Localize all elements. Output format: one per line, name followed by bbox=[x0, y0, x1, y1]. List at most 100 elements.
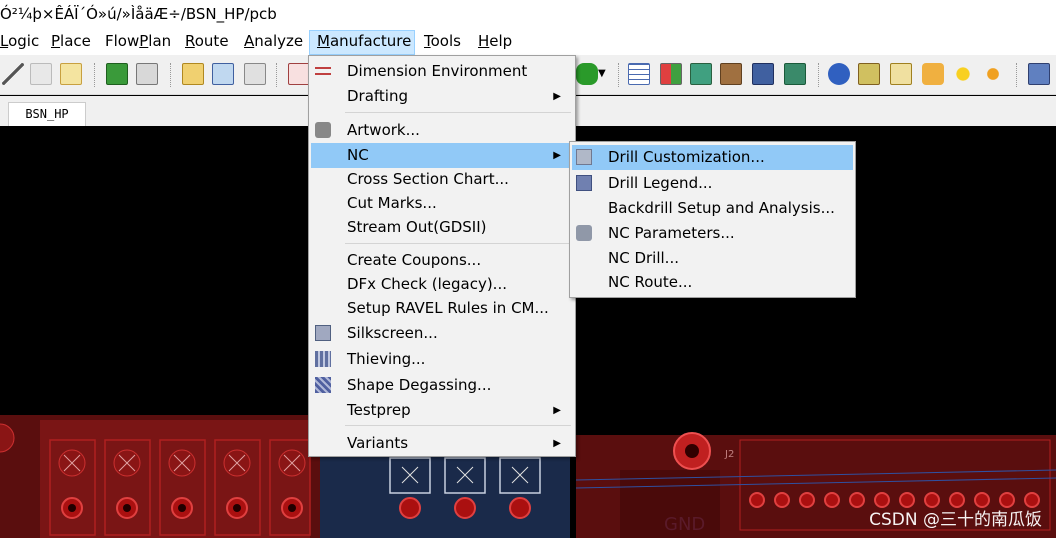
access-key: R bbox=[185, 32, 195, 50]
menu-logic-label: Logic bbox=[0, 32, 40, 50]
menu-item-dimension-environment[interactable]: Dimension Environment bbox=[311, 59, 573, 84]
menu-tools[interactable]: Tools bbox=[417, 30, 468, 55]
menu-item-nc-parameters[interactable]: NC Parameters... bbox=[572, 221, 853, 246]
via bbox=[824, 492, 840, 508]
sun-icon[interactable] bbox=[952, 63, 974, 85]
menu-item-nc[interactable]: NC ▶ bbox=[311, 143, 573, 168]
drill-hole bbox=[233, 504, 241, 512]
menu-item-backdrill[interactable]: Backdrill Setup and Analysis... bbox=[572, 196, 853, 221]
color-palette-icon[interactable] bbox=[660, 63, 682, 85]
add-line-icon[interactable] bbox=[2, 63, 24, 85]
menu-item-create-coupons[interactable]: Create Coupons... bbox=[311, 248, 573, 273]
edit-text-icon[interactable] bbox=[60, 63, 82, 85]
camera-icon bbox=[315, 122, 331, 138]
grid-icon[interactable] bbox=[288, 63, 310, 85]
submenu-arrow-icon: ▶ bbox=[553, 91, 561, 102]
access-key: P bbox=[139, 32, 149, 50]
menu-item-drafting[interactable]: Drafting ▶ bbox=[311, 84, 573, 109]
board-icon[interactable] bbox=[784, 63, 806, 85]
measure-icon[interactable] bbox=[858, 63, 880, 85]
menu-separator bbox=[345, 243, 571, 244]
add-text-icon[interactable] bbox=[30, 63, 52, 85]
clean-icon[interactable] bbox=[922, 63, 944, 85]
submenu-arrow-icon: ▶ bbox=[553, 150, 561, 161]
toolbar-separator bbox=[276, 63, 278, 87]
menu-flowplan-label: FlowPlan bbox=[105, 32, 172, 50]
drill-hole bbox=[685, 444, 699, 458]
menu-item-label: Variants bbox=[347, 434, 409, 452]
menu-place[interactable]: Place bbox=[44, 30, 98, 55]
menu-route[interactable]: Route bbox=[178, 30, 236, 55]
drc-icon[interactable] bbox=[752, 63, 774, 85]
submenu-arrow-icon: ▶ bbox=[553, 438, 561, 449]
layer-icon[interactable] bbox=[690, 63, 712, 85]
numbers-icon[interactable] bbox=[890, 63, 912, 85]
menu-item-label: Drill Customization... bbox=[608, 148, 765, 166]
menu-item-label: Setup RAVEL Rules in CM... bbox=[347, 299, 549, 317]
menu-item-label: Shape Degassing... bbox=[347, 376, 492, 394]
window-title: Ó²¼þ×ÊÁÏ´Ó»ú/»ÌåäÆ÷/BSN_HP/pcb bbox=[0, 5, 277, 23]
menu-flowplan[interactable]: FlowPlan bbox=[98, 30, 178, 55]
via bbox=[454, 497, 476, 519]
access-key: A bbox=[244, 32, 255, 50]
menu-tools-label: Tools bbox=[424, 32, 461, 50]
info-icon[interactable] bbox=[828, 63, 850, 85]
stack-icon[interactable] bbox=[720, 63, 742, 85]
menu-help[interactable]: Help bbox=[471, 30, 519, 55]
via bbox=[749, 492, 765, 508]
menu-item-artwork[interactable]: Artwork... bbox=[311, 118, 573, 143]
chip-icon[interactable] bbox=[136, 63, 158, 85]
window-icon[interactable] bbox=[1028, 63, 1050, 85]
delay-tune-icon[interactable] bbox=[244, 63, 266, 85]
shadow-icon[interactable] bbox=[982, 63, 1004, 85]
menu-item-variants[interactable]: Variants ▶ bbox=[311, 431, 573, 456]
menu-item-dfx-check[interactable]: DFx Check (legacy)... bbox=[311, 272, 573, 297]
slide-icon[interactable] bbox=[212, 63, 234, 85]
title-bar: Ó²¼þ×ÊÁÏ´Ó»ú/»ÌåäÆ÷/BSN_HP/pcb bbox=[0, 0, 1056, 30]
drill-hole bbox=[123, 504, 131, 512]
menu-item-label: Create Coupons... bbox=[347, 251, 482, 269]
menu-item-drill-customization[interactable]: Drill Customization... bbox=[572, 145, 853, 170]
menu-item-label: Stream Out(GDSII) bbox=[347, 218, 487, 236]
menu-item-label: Cut Marks... bbox=[347, 194, 437, 212]
menu-item-cut-marks[interactable]: Cut Marks... bbox=[311, 191, 573, 216]
via bbox=[849, 492, 865, 508]
menu-item-stream-out[interactable]: Stream Out(GDSII) bbox=[311, 215, 573, 240]
menu-item-label: NC Parameters... bbox=[608, 224, 735, 242]
component-icon[interactable] bbox=[106, 63, 128, 85]
dropdown-icon[interactable]: ▼ bbox=[598, 63, 610, 85]
menu-item-drill-legend[interactable]: Drill Legend... bbox=[572, 171, 853, 196]
menu-item-ravel-rules[interactable]: Setup RAVEL Rules in CM... bbox=[311, 296, 573, 321]
menu-item-label: Backdrill Setup and Analysis... bbox=[608, 199, 835, 217]
access-key: T bbox=[424, 32, 431, 50]
submenu-arrow-icon: ▶ bbox=[553, 405, 561, 416]
menu-item-label: Artwork... bbox=[347, 121, 420, 139]
menu-analyze[interactable]: Analyze bbox=[237, 30, 310, 55]
grid-settings-icon[interactable] bbox=[628, 63, 650, 85]
connect-icon[interactable] bbox=[182, 63, 204, 85]
tab-bsn-hp[interactable]: BSN_HP bbox=[8, 102, 86, 126]
menu-item-shape-degassing[interactable]: Shape Degassing... bbox=[311, 373, 573, 398]
toolbar-separator bbox=[1016, 63, 1018, 87]
drill-hole bbox=[68, 504, 76, 512]
watermark: CSDN @三十的南瓜饭 bbox=[869, 510, 1042, 530]
menu-item-thieving[interactable]: Thieving... bbox=[311, 347, 573, 372]
access-key: M bbox=[317, 32, 330, 50]
menu-separator bbox=[345, 112, 571, 113]
drill-hole bbox=[288, 504, 296, 512]
menu-item-nc-route[interactable]: NC Route... bbox=[572, 270, 853, 295]
menu-logic[interactable]: Logic bbox=[0, 30, 46, 55]
color-icon[interactable] bbox=[576, 63, 598, 85]
menu-item-silkscreen[interactable]: Silkscreen... bbox=[311, 321, 573, 346]
menu-separator bbox=[345, 425, 571, 426]
menu-bar: Logic Place FlowPlan Route Analyze Manuf… bbox=[0, 30, 1056, 55]
menu-item-nc-drill[interactable]: NC Drill... bbox=[572, 246, 853, 271]
menu-item-cross-section[interactable]: Cross Section Chart... bbox=[311, 167, 573, 192]
menu-manufacture[interactable]: Manufacture bbox=[309, 30, 415, 55]
tab-label: BSN_HP bbox=[25, 107, 69, 121]
menu-item-label: Drafting bbox=[347, 87, 409, 105]
menu-item-testprep[interactable]: Testprep ▶ bbox=[311, 398, 573, 423]
degassing-icon bbox=[315, 377, 331, 393]
menu-item-label: Thieving... bbox=[347, 350, 426, 368]
menu-item-label: Drill Legend... bbox=[608, 174, 713, 192]
